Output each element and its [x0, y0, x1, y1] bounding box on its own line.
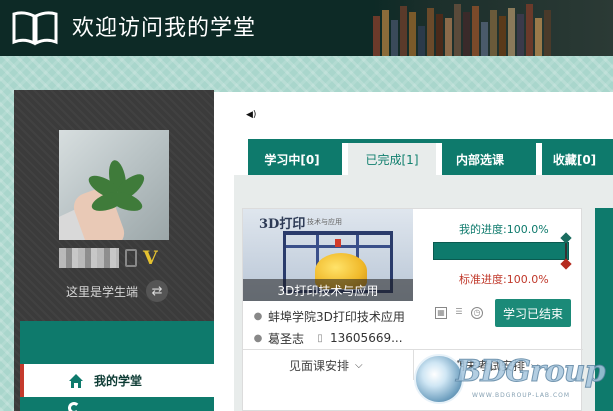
teacher-row: ● 葛圣志 ▯ 13605669...: [253, 327, 413, 349]
site-header: 欢迎访问我的学堂: [0, 0, 613, 56]
tab-favorites[interactable]: 收藏[0]: [536, 143, 613, 175]
course-full-name[interactable]: 蚌埠学院3D打印技术应用: [268, 308, 405, 325]
thumb-subheading: 技术与应用: [307, 218, 342, 226]
bdgroup-watermark: BDGroup WWW.BDGROUP-LAB.COM: [410, 352, 610, 408]
speaker-icon[interactable]: ◀): [246, 110, 256, 120]
avatar[interactable]: [59, 130, 169, 240]
bookshelf-decoration: [373, 0, 613, 56]
teacher: ● 葛圣志: [253, 330, 304, 347]
phone-icon[interactable]: [125, 249, 137, 267]
chat-icon: ●: [253, 310, 263, 322]
mobile-icon: ▯: [317, 332, 323, 344]
course-info: ● 蚌埠学院3D打印技术应用 ● 葛圣志 ▯ 13605669...: [253, 305, 413, 349]
user-name-blurred: [59, 248, 119, 268]
meeting-schedule-label: 见面课安排: [289, 358, 350, 373]
standard-progress-label: 标准进度:100.0%: [459, 273, 549, 286]
progress-column: 我的进度:100.0% 标准进度:100.0% ▦ ☰ ◷ 学习已结束: [431, 209, 583, 349]
courseware-icon[interactable]: ▦: [435, 307, 447, 319]
teacher-name: 葛圣志: [268, 331, 305, 346]
left-sidebar: V 这里是学生端 ⇄: [14, 90, 214, 411]
list-icon[interactable]: ☰: [453, 307, 465, 319]
progress-marker: [565, 236, 567, 268]
printer-nozzle: [335, 239, 341, 247]
meeting-schedule-link[interactable]: 见面课安排 ⌵: [289, 354, 363, 376]
site-title: 欢迎访问我的学堂: [72, 16, 257, 41]
nav-item-my-school[interactable]: 我的学堂: [20, 364, 214, 397]
teacher-phone: 13605669...: [330, 331, 403, 345]
home-icon: [69, 373, 83, 388]
tab-internal-courses[interactable]: 内部选课: [436, 143, 524, 175]
thumb-heading: 3D打印: [259, 217, 306, 232]
tab-completed[interactable]: 已完成[1]: [348, 143, 436, 175]
study-finished-button[interactable]: 学习已结束: [495, 299, 571, 327]
vip-badge: V: [143, 247, 158, 269]
course-thumbnail[interactable]: 3D打印 技术与应用 3D打印技术与应用: [243, 209, 413, 301]
tool-icons: ▦ ☰ ◷: [435, 307, 483, 319]
role-text: 这里是学生端: [66, 284, 139, 299]
nav-item-label: 我的学堂: [94, 374, 143, 388]
progress-bar: [433, 242, 569, 260]
switch-role-icon[interactable]: ⇄: [146, 280, 169, 302]
nav-next-icon: [68, 402, 80, 411]
course-name-row: ● 蚌埠学院3D打印技术应用: [253, 305, 413, 327]
user-icon: ●: [253, 332, 263, 344]
chevron-down-icon: ⌵: [355, 359, 363, 371]
open-book-icon: [12, 11, 58, 46]
tab-learning[interactable]: 学习中[0]: [248, 143, 336, 175]
course-title: 3D打印技术与应用: [243, 279, 413, 301]
clock-icon[interactable]: ◷: [471, 307, 483, 319]
role-row: 这里是学生端 ⇄: [66, 280, 169, 302]
nav-item-next[interactable]: [20, 401, 214, 411]
watermark-url: WWW.BDGROUP-LAB.COM: [472, 392, 571, 399]
user-name-row: V: [59, 245, 179, 271]
my-progress-label: 我的进度:100.0%: [459, 223, 549, 236]
watermark-brand: BDGroup: [456, 354, 607, 390]
